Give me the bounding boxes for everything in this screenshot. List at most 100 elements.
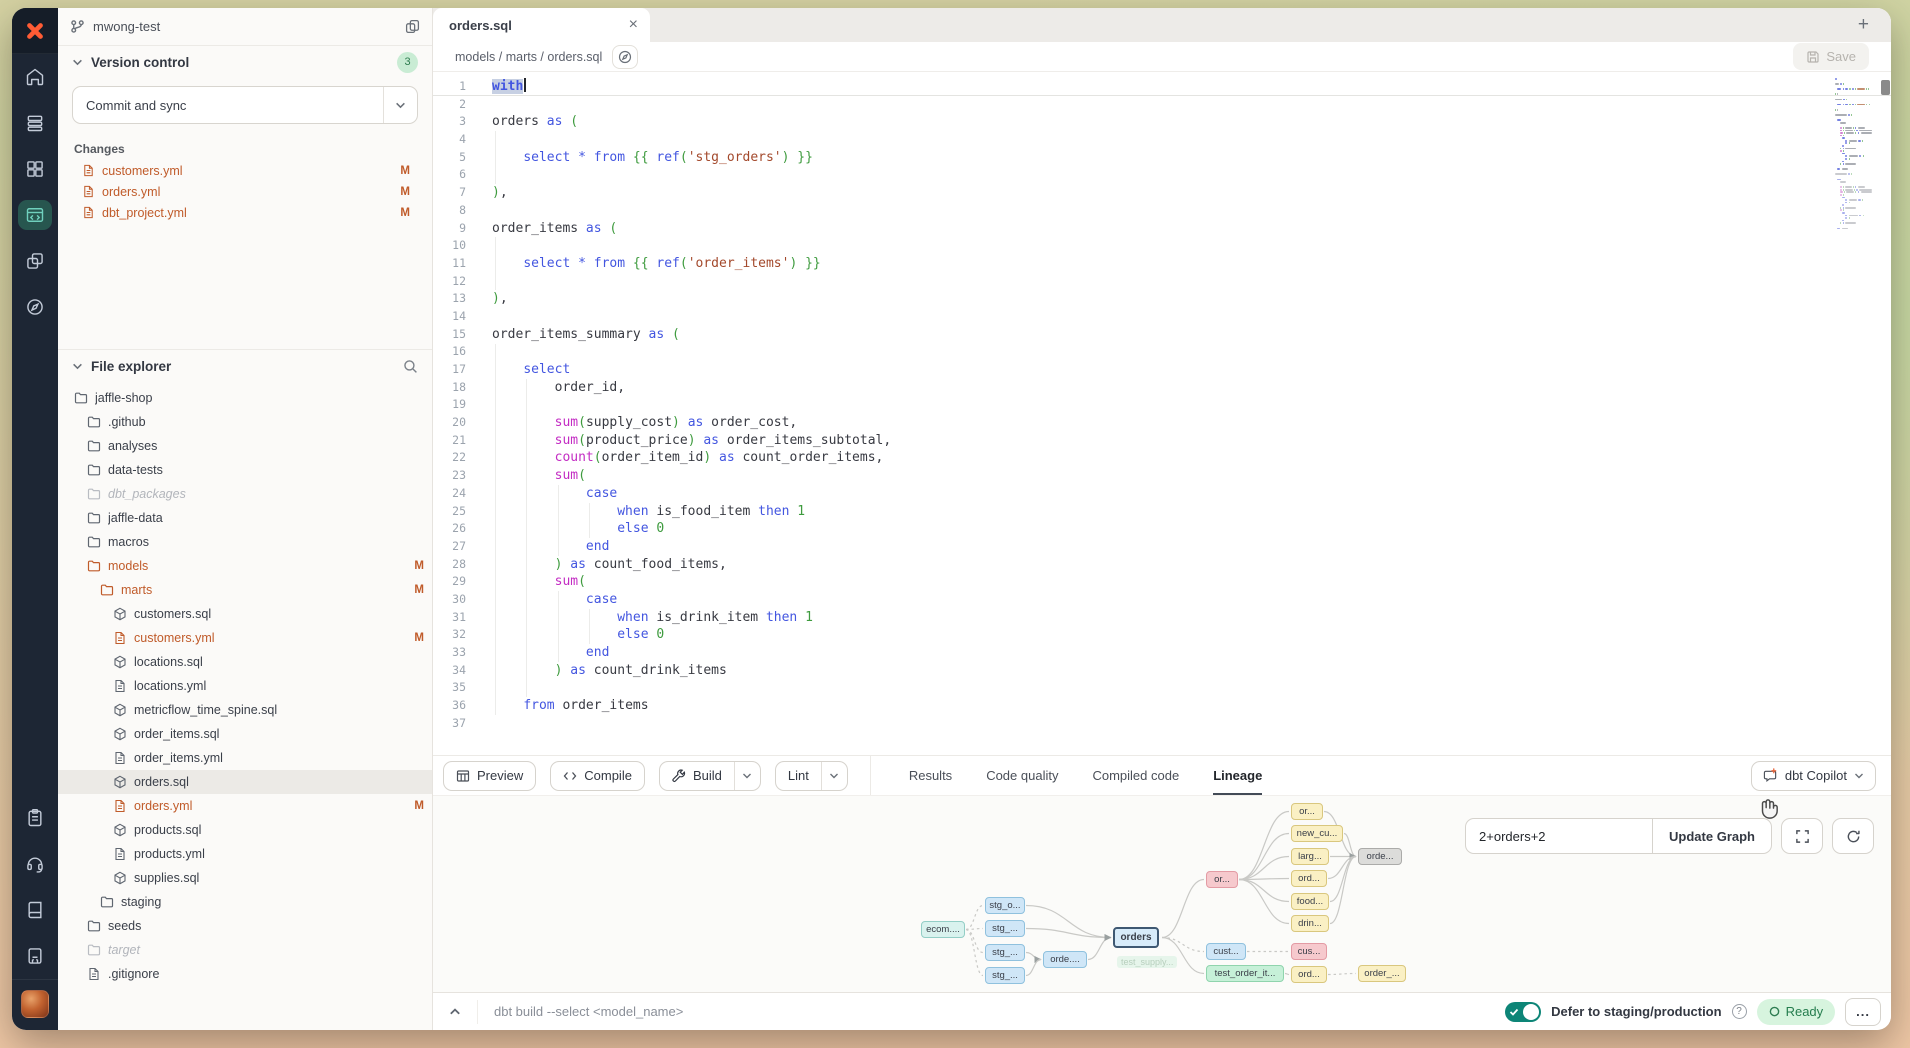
update-graph-button[interactable]: Update Graph [1652, 819, 1771, 853]
tree-item-marts[interactable]: martsM [58, 578, 432, 602]
version-control-header[interactable]: Version control 3 [58, 46, 432, 78]
tree-item-locations.yml[interactable]: locations.yml [58, 674, 432, 698]
defer-toggle[interactable] [1505, 1002, 1541, 1022]
tab-compiled-code[interactable]: Compiled code [1092, 756, 1179, 796]
lineage-node-stg3[interactable]: stg_... [985, 944, 1025, 961]
lineage-node-stg1[interactable]: stg_o... [985, 897, 1025, 914]
save-button[interactable]: Save [1793, 43, 1869, 70]
studio-ide-icon[interactable] [12, 192, 58, 238]
tree-item-staging[interactable]: staging [58, 890, 432, 914]
lineage-node-y8[interactable]: order_... [1358, 965, 1406, 982]
dbt-copilot-button[interactable]: dbt Copilot [1751, 761, 1876, 791]
lineage-node-y6[interactable]: drin... [1291, 915, 1329, 932]
preview-button[interactable]: Preview [443, 761, 536, 791]
git-branch-row[interactable]: mwong-test [58, 8, 432, 46]
code-line-6: 6 [433, 166, 1891, 184]
tree-item-metricflow_time_spine.sql[interactable]: metricflow_time_spine.sql [58, 698, 432, 722]
minimap[interactable] [1835, 78, 1879, 233]
compile-button[interactable]: Compile [550, 761, 645, 791]
lineage-node-orders[interactable]: orders [1113, 927, 1159, 948]
tree-item-macros[interactable]: macros [58, 530, 432, 554]
lineage-filter-input[interactable]: 2+orders+2 [1466, 819, 1652, 853]
lineage-node-cust[interactable]: cust... [1206, 943, 1246, 960]
command-input[interactable]: dbt build --select <model_name> [477, 1000, 1505, 1024]
tree-item-jaffle-shop[interactable]: jaffle-shop [58, 386, 432, 410]
tasks-icon[interactable] [12, 795, 58, 841]
editor-scrollbar[interactable] [1881, 80, 1890, 380]
home-icon[interactable] [12, 54, 58, 100]
lineage-node-y5[interactable]: food... [1291, 893, 1329, 910]
lineage-node-y1[interactable]: or... [1291, 803, 1323, 820]
tree-item-seeds[interactable]: seeds [58, 914, 432, 938]
tree-item-customers.sql[interactable]: customers.sql [58, 602, 432, 626]
tree-item-locations.sql[interactable]: locations.sql [58, 650, 432, 674]
changed-file-dbt_project.yml[interactable]: dbt_project.ymlM [58, 202, 432, 223]
support-icon[interactable] [12, 841, 58, 887]
tree-item-customers.yml[interactable]: customers.ymlM [58, 626, 432, 650]
tree-item-models[interactable]: modelsM [58, 554, 432, 578]
explore-lineage-button[interactable] [612, 45, 638, 69]
tab-results[interactable]: Results [909, 756, 952, 796]
build-button[interactable]: Build [660, 762, 734, 790]
close-icon[interactable]: × [629, 17, 638, 33]
lint-options-chevron[interactable] [821, 762, 847, 790]
lineage-node-y2[interactable]: new_cu... [1291, 825, 1343, 842]
changed-file-customers.yml[interactable]: customers.ymlM [58, 160, 432, 181]
tab-lineage[interactable]: Lineage [1213, 756, 1262, 796]
dashboard-icon[interactable] [12, 146, 58, 192]
file-explorer-header[interactable]: File explorer [58, 350, 432, 382]
tree-item-order_items.yml[interactable]: order_items.yml [58, 746, 432, 770]
lint-button[interactable]: Lint [776, 762, 821, 790]
lineage-node-stg4[interactable]: stg_... [985, 967, 1025, 984]
environments-icon[interactable] [12, 100, 58, 146]
refresh-button[interactable] [1832, 818, 1874, 854]
search-icon[interactable] [403, 359, 418, 374]
user-avatar[interactable] [21, 990, 49, 1018]
docs-icon[interactable] [12, 887, 58, 933]
lineage-node-gray[interactable]: orde... [1358, 848, 1402, 865]
code-editor[interactable]: 1with23orders as (45 select * from {{ re… [433, 72, 1891, 755]
lineage-panel[interactable]: ecom....stg_o...stg_...stg_...stg_...ord… [433, 795, 1891, 992]
lineage-node-cus_p[interactable]: cus... [1291, 943, 1327, 960]
lineage-node-ecom[interactable]: ecom.... [921, 921, 965, 938]
explore-icon[interactable] [12, 284, 58, 330]
tree-item-target[interactable]: target [58, 938, 432, 962]
build-options-chevron[interactable] [734, 762, 760, 790]
dbt-logo[interactable] [12, 8, 58, 54]
tab-orders-sql[interactable]: orders.sql × [433, 8, 650, 42]
expand-command-bar-button[interactable] [433, 993, 477, 1031]
breadcrumb[interactable]: models / marts / orders.sql [455, 50, 602, 64]
lineage-node-y4[interactable]: ord... [1291, 870, 1327, 887]
tree-item-products.sql[interactable]: products.sql [58, 818, 432, 842]
orchestration-icon[interactable] [12, 238, 58, 284]
changed-file-orders.yml[interactable]: orders.ymlM [58, 181, 432, 202]
help-icon[interactable]: ? [1732, 1004, 1747, 1019]
lineage-node-or_p[interactable]: or... [1206, 871, 1238, 888]
tree-item-analyses[interactable]: analyses [58, 434, 432, 458]
tree-item-.gitignore[interactable]: .gitignore [58, 962, 432, 986]
tree-item-order_items.sql[interactable]: order_items.sql [58, 722, 432, 746]
ready-label: Ready [1786, 1004, 1824, 1019]
lineage-node-y7[interactable]: ord... [1291, 966, 1327, 983]
lineage-node-y3[interactable]: larg... [1291, 848, 1329, 865]
fullscreen-button[interactable] [1781, 818, 1823, 854]
tree-item-dbt_packages[interactable]: dbt_packages [58, 482, 432, 506]
tree-item-orders.sql[interactable]: orders.sql [58, 770, 432, 794]
copy-branch-icon[interactable] [405, 19, 420, 34]
tree-item-.github[interactable]: .github [58, 410, 432, 434]
marketplace-icon[interactable] [12, 933, 58, 979]
tree-item-data-tests[interactable]: data-tests [58, 458, 432, 482]
lineage-node-stg2[interactable]: stg_... [985, 920, 1025, 937]
tree-item-supplies.sql[interactable]: supplies.sql [58, 866, 432, 890]
more-options-button[interactable]: ... [1845, 998, 1881, 1026]
scrollbar-thumb[interactable] [1881, 80, 1890, 95]
new-tab-button[interactable]: + [1858, 14, 1869, 36]
tree-item-jaffle-data[interactable]: jaffle-data [58, 506, 432, 530]
lineage-node-test_o[interactable]: test_order_it... [1206, 965, 1284, 982]
tree-item-orders.yml[interactable]: orders.ymlM [58, 794, 432, 818]
tree-item-products.yml[interactable]: products.yml [58, 842, 432, 866]
tab-code-quality[interactable]: Code quality [986, 756, 1058, 796]
commit-options-chevron[interactable] [383, 87, 417, 123]
lineage-node-orde_b[interactable]: orde.... [1043, 951, 1087, 968]
commit-and-sync-button[interactable]: Commit and sync [72, 86, 418, 124]
